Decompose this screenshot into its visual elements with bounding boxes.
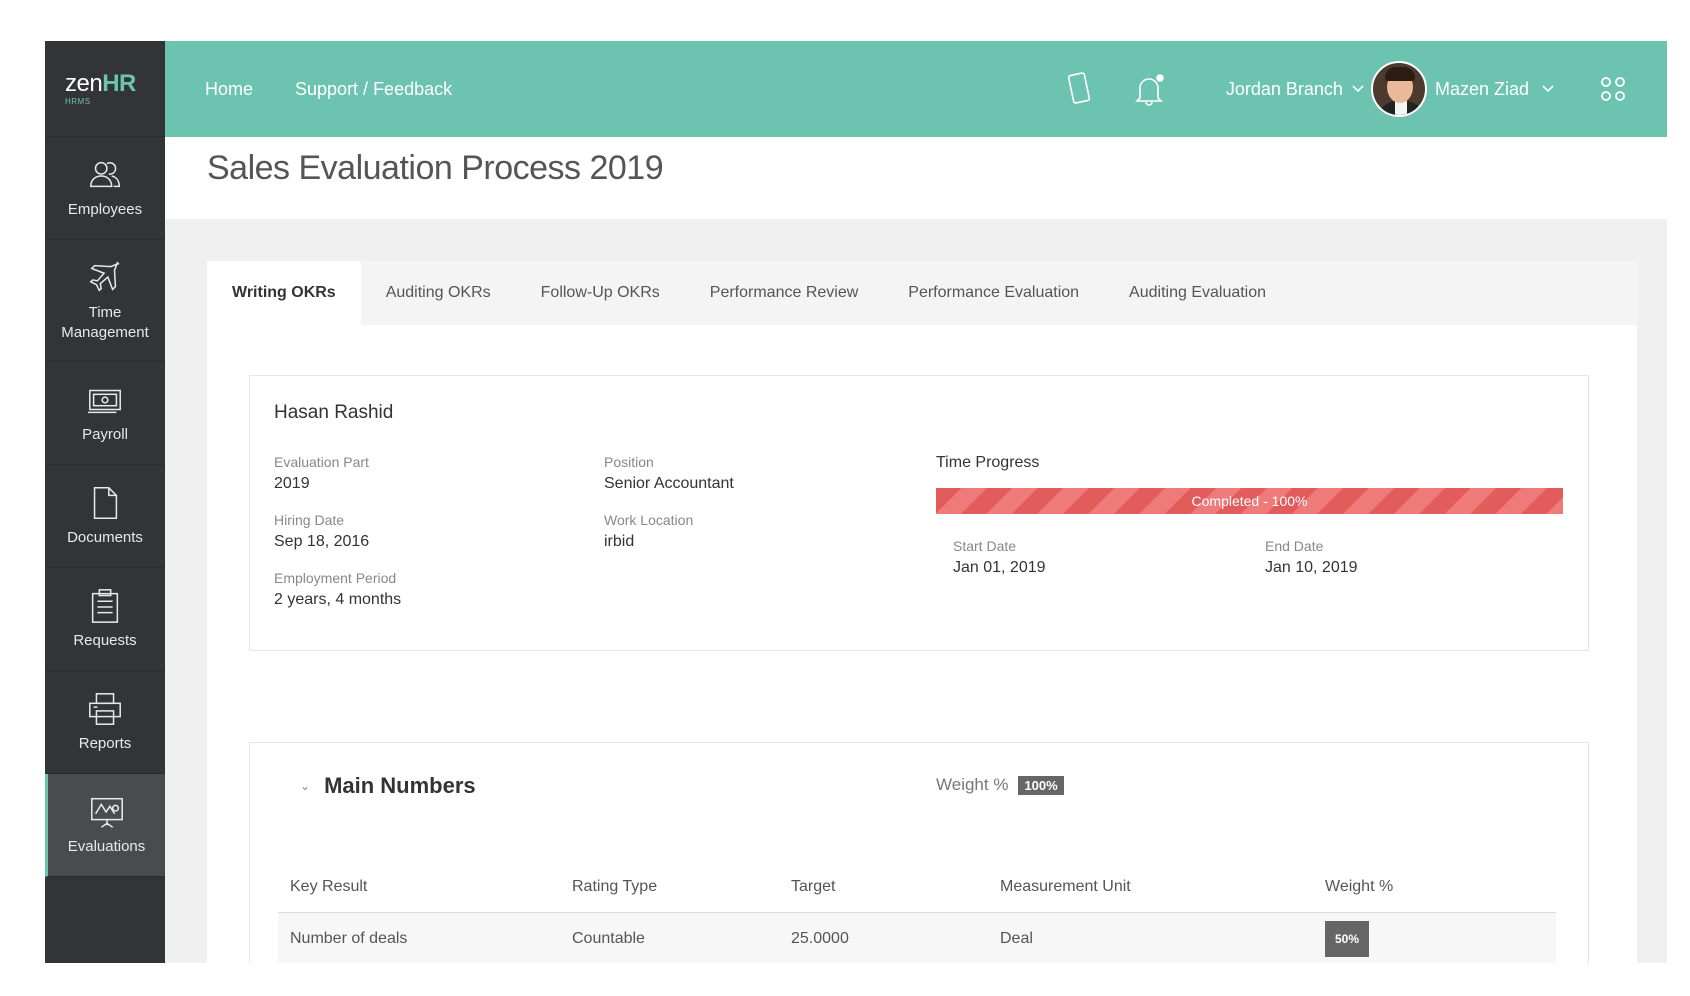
section-header[interactable]: ⌄ Main Numbers <box>300 773 476 799</box>
user-menu[interactable]: Mazen Ziad <box>1435 79 1555 100</box>
cell-key-result: Number of deals <box>290 929 408 947</box>
field-label: Employment Period <box>274 570 397 586</box>
sidebar-item-time-management[interactable]: Time Management <box>45 240 165 362</box>
apps-grid-icon[interactable] <box>1599 75 1627 103</box>
tab-performance-evaluation[interactable]: Performance Evaluation <box>883 261 1104 325</box>
tab-writing-okrs[interactable]: Writing OKRs <box>207 261 361 325</box>
column-header: Rating Type <box>572 877 658 895</box>
field-value: irbid <box>604 533 635 550</box>
printer-icon <box>89 693 121 725</box>
progress-status: Completed - 100% <box>1191 493 1308 509</box>
field-label: End Date <box>1265 538 1324 554</box>
field-value: 2 years, 4 months <box>274 591 402 608</box>
presentation-icon <box>90 797 123 828</box>
employee-card: Hasan Rashid Evaluation Part 2019 Hiring… <box>249 375 1589 651</box>
chevron-down-icon[interactable]: ⌄ <box>300 779 310 793</box>
table-header-row: Key Result Rating Type Target Measuremen… <box>278 861 1556 913</box>
employment-period-field: Employment Period 2 years, 4 months <box>274 570 401 609</box>
app-frame: zenHR HRMS Employees Time Management Pay… <box>45 41 1667 963</box>
sidebar-item-reports[interactable]: Reports <box>45 671 165 774</box>
page-title: Sales Evaluation Process 2019 <box>207 149 664 187</box>
table-row[interactable]: Number of deals Countable 25.0000 Deal 5… <box>278 913 1556 963</box>
sidebar-item-payroll[interactable]: Payroll <box>45 362 165 465</box>
top-nav: Home Support / Feedback <box>205 79 452 100</box>
sidebar-item-label: Employees <box>67 201 143 218</box>
branch-name: Jordan Branch <box>1225 78 1343 99</box>
field-value: Jan 01, 2019 <box>953 559 1046 576</box>
start-date-field: Start Date Jan 01, 2019 <box>953 538 1046 577</box>
time-progress-bar: Completed - 100% <box>936 488 1563 514</box>
sidebar-item-label: Payroll <box>82 426 128 443</box>
hiring-date-field: Hiring Date Sep 18, 2016 <box>274 512 369 551</box>
users-icon <box>89 161 121 188</box>
field-label: Start Date <box>953 538 1017 554</box>
user-name: Mazen Ziad <box>1434 78 1529 99</box>
position-field: Position Senior Accountant <box>604 454 734 493</box>
cell-target: 25.0000 <box>791 929 849 947</box>
sidebar-item-documents[interactable]: Documents <box>45 465 165 568</box>
column-header: Key Result <box>290 877 368 895</box>
clipboard-icon <box>91 589 119 623</box>
nav-support-feedback[interactable]: Support / Feedback <box>295 79 452 100</box>
field-value: Sep 18, 2016 <box>274 533 370 550</box>
column-header: Measurement Unit <box>1000 877 1131 895</box>
cell-unit: Deal <box>1000 929 1033 947</box>
top-bar: Home Support / Feedback Jordan Branch Ma… <box>165 41 1667 137</box>
section-title: Main Numbers <box>324 773 476 798</box>
chevron-down-icon <box>1352 85 1364 93</box>
key-results-table: Key Result Rating Type Target Measuremen… <box>278 861 1556 963</box>
tab-auditing-evaluation[interactable]: Auditing Evaluation <box>1104 261 1291 325</box>
section-weight: Weight % 100% <box>936 775 1064 795</box>
tab-performance-review[interactable]: Performance Review <box>685 261 884 325</box>
document-icon <box>93 487 118 519</box>
sidebar-item-employees[interactable]: Employees <box>45 137 165 240</box>
field-value: 2019 <box>274 475 310 492</box>
evaluation-part-field: Evaluation Part 2019 <box>274 454 369 493</box>
sidebar: zenHR HRMS Employees Time Management Pay… <box>45 41 165 963</box>
money-icon <box>87 389 121 414</box>
column-header: Weight % <box>1325 877 1394 895</box>
field-value: Senior Accountant <box>604 475 734 492</box>
end-date-field: End Date Jan 10, 2019 <box>1265 538 1358 577</box>
field-label: Evaluation Part <box>274 454 369 470</box>
chevron-down-icon <box>1542 85 1554 93</box>
column-header: Target <box>791 877 836 895</box>
tab-follow-up-okrs[interactable]: Follow-Up OKRs <box>516 261 685 325</box>
field-value: Jan 10, 2019 <box>1265 559 1358 576</box>
logo-brand-suffix: HR <box>102 69 136 97</box>
page-header: Sales Evaluation Process 2019 <box>165 137 1667 219</box>
work-location-field: Work Location irbid <box>604 512 693 551</box>
avatar[interactable] <box>1370 61 1427 117</box>
weight-label: Weight % <box>936 775 1009 794</box>
sidebar-item-label: Time Management <box>61 303 149 341</box>
nav-home[interactable]: Home <box>205 79 253 100</box>
logo-brand-prefix: zen <box>65 69 103 97</box>
sidebar-item-evaluations[interactable]: Evaluations <box>45 774 165 877</box>
field-label: Hiring Date <box>274 512 345 528</box>
branch-selector[interactable]: Jordan Branch <box>1226 79 1371 100</box>
plane-icon <box>89 260 120 292</box>
content-panel: Writing OKRs Auditing OKRs Follow-Up OKR… <box>207 261 1637 963</box>
notification-bell-icon[interactable] <box>1132 72 1166 106</box>
sidebar-item-requests[interactable]: Requests <box>45 568 165 671</box>
top-right-controls: Jordan Branch Mazen Ziad <box>1067 41 1667 137</box>
field-label: Work Location <box>604 512 694 528</box>
logo-sub: HRMS <box>65 96 91 106</box>
cell-weight-badge: 50% <box>1325 920 1370 957</box>
sidebar-item-label: Documents <box>67 529 143 546</box>
field-label: Position <box>604 454 654 470</box>
weight-badge: 100% <box>1018 775 1064 795</box>
tab-auditing-okrs[interactable]: Auditing OKRs <box>361 261 516 325</box>
tab-bar: Writing OKRs Auditing OKRs Follow-Up OKR… <box>207 261 1637 325</box>
cell-rating-type: Countable <box>572 929 645 947</box>
sidebar-item-label: Reports <box>78 735 132 752</box>
sidebar-item-label: Requests <box>73 632 137 649</box>
time-progress-title: Time Progress <box>936 454 1040 471</box>
sidebar-item-label: Evaluations <box>67 838 146 855</box>
mobile-icon[interactable] <box>1067 72 1092 106</box>
logo[interactable]: zenHR HRMS <box>45 41 165 137</box>
main-numbers-section: ⌄ Main Numbers Weight % 100% Key Result … <box>249 742 1589 963</box>
employee-name: Hasan Rashid <box>274 402 394 423</box>
